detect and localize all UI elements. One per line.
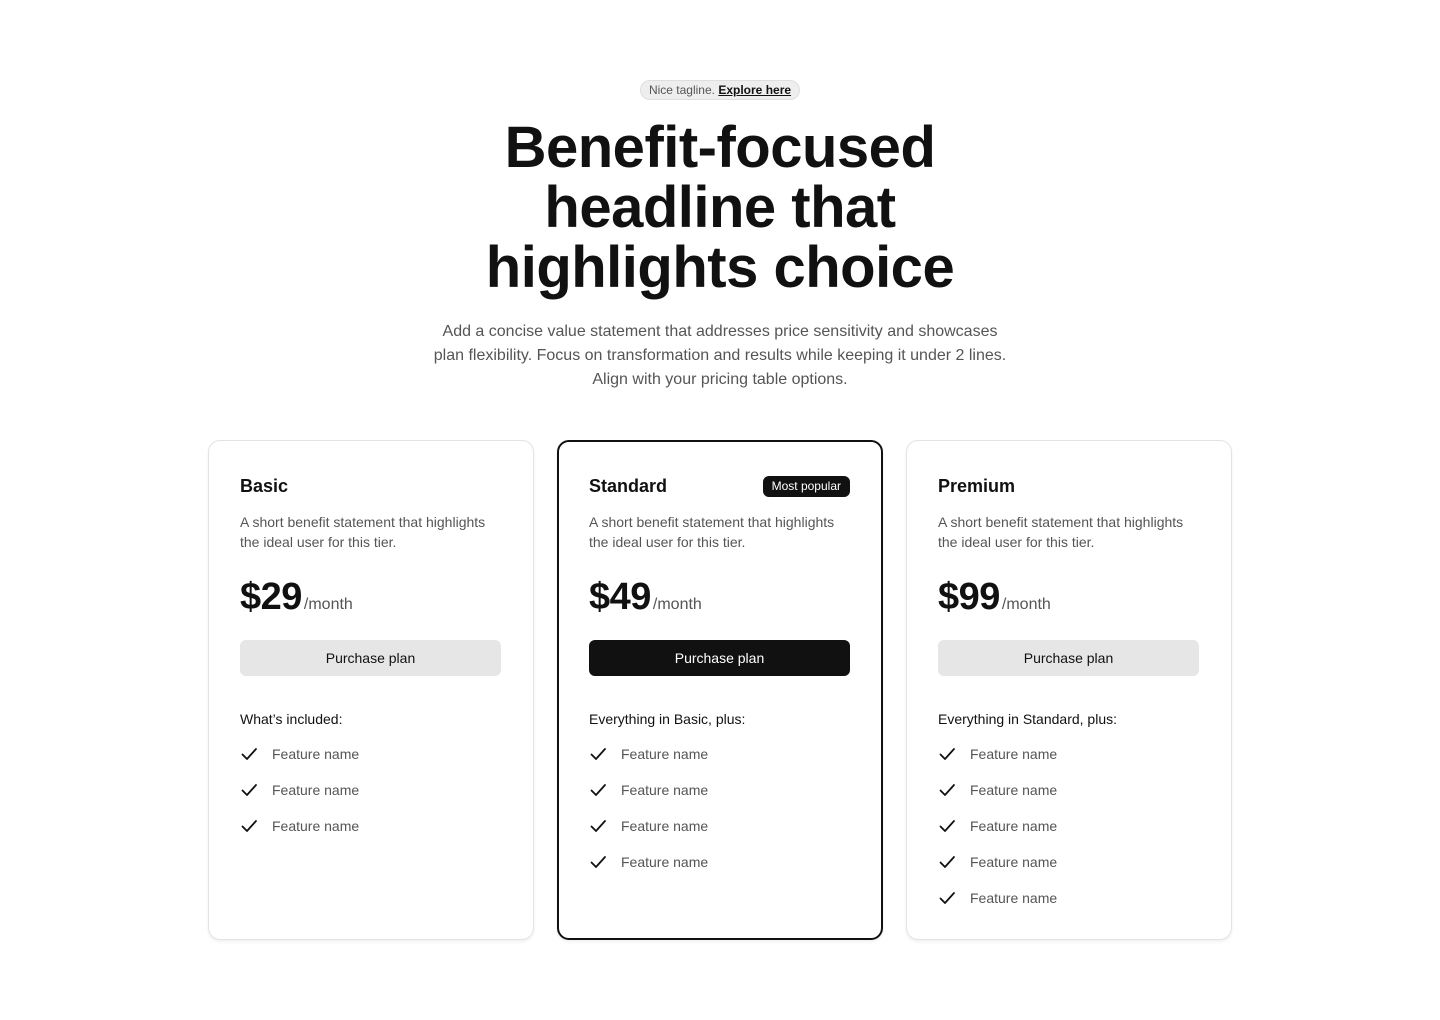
feature-list: Feature name Feature name Feature name F… <box>938 743 1057 923</box>
feature-label: Feature name <box>621 746 709 762</box>
value-statement: Add a concise value statement that addre… <box>433 323 1007 388</box>
check-icon <box>241 748 257 760</box>
feature-label: Feature name <box>621 854 709 870</box>
feature-list: Feature name Feature name Feature name <box>240 743 359 851</box>
check-icon <box>590 856 606 868</box>
price-amount: $49 <box>589 576 651 618</box>
feature-item: Feature name <box>938 887 1057 923</box>
check-icon <box>939 748 955 760</box>
included-heading: Everything in Basic, plus: <box>589 711 746 727</box>
feature-item: Feature name <box>938 743 1057 779</box>
tier-name: Premium <box>938 476 1016 496</box>
feature-label: Feature name <box>621 818 709 834</box>
headline-line: Benefit-focused <box>504 115 936 180</box>
feature-label: Feature name <box>970 782 1058 798</box>
price-amount: $29 <box>240 576 302 618</box>
price-row: $99/month <box>938 575 1051 619</box>
feature-label: Feature name <box>272 818 360 834</box>
feature-item: Feature name <box>240 815 359 851</box>
price-row: $29/month <box>240 575 353 619</box>
feature-label: Feature name <box>970 746 1058 762</box>
check-icon <box>241 784 257 796</box>
check-icon <box>590 820 606 832</box>
pricing-card-basic: Basic A short benefit statement that hig… <box>208 440 534 940</box>
check-icon <box>939 820 955 832</box>
feature-item: Feature name <box>589 743 708 779</box>
included-heading: What’s included: <box>240 711 343 727</box>
headline-line: headline that <box>544 175 896 240</box>
feature-label: Feature name <box>970 818 1058 834</box>
feature-item: Feature name <box>589 815 708 851</box>
check-icon <box>939 784 955 796</box>
feature-item: Feature name <box>938 851 1057 887</box>
included-heading: Everything in Standard, plus: <box>938 711 1117 727</box>
feature-item: Feature name <box>938 779 1057 815</box>
check-icon <box>590 748 606 760</box>
tier-name: Basic <box>240 476 289 496</box>
price-period: /month <box>652 596 702 613</box>
feature-label: Feature name <box>970 890 1058 906</box>
page-headline: Benefit-focused headline that highlights… <box>0 118 1440 298</box>
price-row: $49/month <box>589 575 702 619</box>
price-period: /month <box>303 596 353 613</box>
price-period: /month <box>1001 596 1051 613</box>
feature-list: Feature name Feature name Feature name F… <box>589 743 708 887</box>
explore-link[interactable]: Explore here <box>718 83 791 97</box>
tagline-pill: Nice tagline. Explore here <box>639 80 801 100</box>
purchase-standard-button[interactable]: Purchase plan <box>589 640 850 676</box>
check-icon <box>590 784 606 796</box>
purchase-basic-button[interactable]: Purchase plan <box>240 640 501 676</box>
pricing-card-standard: Standard Most popular A short benefit st… <box>557 440 883 940</box>
tagline-text: Nice tagline. <box>648 83 715 97</box>
headline-line: highlights choice <box>485 235 955 300</box>
check-icon <box>241 820 257 832</box>
feature-item: Feature name <box>589 851 708 887</box>
price-amount: $99 <box>938 576 1000 618</box>
purchase-premium-button[interactable]: Purchase plan <box>938 640 1199 676</box>
feature-label: Feature name <box>272 746 360 762</box>
feature-item: Feature name <box>589 779 708 815</box>
tier-description: A short benefit statement that highlight… <box>240 514 486 550</box>
feature-item: Feature name <box>240 779 359 815</box>
pricing-card-premium: Premium A short benefit statement that h… <box>906 440 1232 940</box>
tier-description: A short benefit statement that highlight… <box>938 514 1184 550</box>
tier-name: Standard <box>589 476 668 496</box>
feature-label: Feature name <box>970 854 1058 870</box>
tier-description: A short benefit statement that highlight… <box>589 514 835 550</box>
most-popular-badge: Most popular <box>762 476 850 497</box>
feature-label: Feature name <box>621 782 709 798</box>
check-icon <box>939 892 955 904</box>
feature-item: Feature name <box>240 743 359 779</box>
feature-item: Feature name <box>938 815 1057 851</box>
feature-label: Feature name <box>272 782 360 798</box>
check-icon <box>939 856 955 868</box>
